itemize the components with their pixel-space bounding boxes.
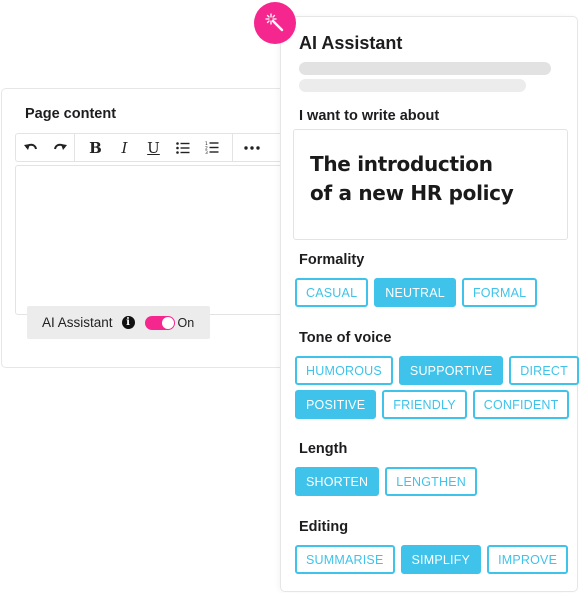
toggle-knob [161, 316, 174, 329]
length-options: SHORTEN LENGTHEN [295, 467, 477, 496]
italic-button[interactable]: I [110, 134, 139, 161]
bold-icon: B [89, 138, 102, 157]
tone-option-friendly[interactable]: FRIENDLY [382, 390, 467, 419]
tone-option-confident[interactable]: CONFIDENT [472, 390, 570, 419]
topic-line-2: of a new HR policy [310, 181, 514, 205]
panel-title: AI Assistant [299, 33, 403, 53]
bullet-list-icon [175, 141, 189, 154]
formality-option-neutral[interactable]: NEUTRAL [374, 278, 456, 307]
formality-option-formal[interactable]: FORMAL [461, 278, 538, 307]
editing-option-simplify[interactable]: SIMPLIFY [400, 545, 482, 574]
length-option-shorten[interactable]: SHORTEN [295, 467, 380, 496]
formality-option-casual[interactable]: CASUAL [295, 278, 369, 307]
editing-label: Editing [299, 519, 349, 535]
formality-options: CASUAL NEUTRAL FORMAL [295, 278, 538, 307]
svg-text:3: 3 [205, 150, 208, 154]
length-label: Length [299, 441, 348, 457]
tone-option-positive[interactable]: POSITIVE [295, 390, 377, 419]
ai-assistant-toggle[interactable] [144, 315, 175, 330]
numbered-list-button[interactable]: 123 [197, 134, 226, 161]
tone-options-row-2: POSITIVE FRIENDLY CONFIDENT [295, 390, 570, 419]
ai-assistant-toggle-bar: AI Assistant i On [27, 306, 210, 339]
editing-option-summarise[interactable]: SUMMARISE [295, 545, 395, 574]
history-group [16, 134, 75, 161]
length-option-lengthen[interactable]: LENGTHEN [385, 467, 477, 496]
bullet-list-button[interactable] [168, 134, 197, 161]
toggle-state-label: On [177, 315, 195, 330]
more-group [233, 134, 266, 161]
topic-line-1: The introduction [310, 152, 493, 176]
info-icon[interactable]: i [121, 316, 135, 329]
numbered-list-icon: 123 [205, 141, 218, 154]
format-group: B I U 123 [75, 134, 233, 161]
formality-label: Formality [299, 252, 365, 268]
redo-button[interactable] [45, 134, 74, 161]
ai-assistant-label: AI Assistant [42, 315, 113, 330]
more-icon [243, 145, 260, 150]
skeleton-line [299, 62, 551, 75]
skeleton-line [299, 79, 526, 92]
underline-button[interactable]: U [139, 134, 168, 161]
tone-option-direct[interactable]: DIRECT [509, 356, 579, 385]
underline-icon: U [147, 138, 160, 157]
undo-icon [23, 143, 37, 150]
magic-wand-button[interactable] [254, 2, 296, 44]
tone-label: Tone of voice [299, 330, 392, 346]
editing-option-improve[interactable]: IMPROVE [487, 545, 569, 574]
editor-toolbar: B I U 123 [15, 133, 315, 162]
tone-options-row-1: HUMOROUS SUPPORTIVE DIRECT [295, 356, 579, 385]
editor-text-area[interactable] [15, 165, 315, 315]
redo-icon [53, 143, 67, 150]
undo-button[interactable] [16, 134, 45, 161]
italic-icon: I [121, 138, 128, 157]
tone-option-humorous[interactable]: HUMOROUS [295, 356, 393, 385]
magic-wand-icon [265, 13, 284, 32]
topic-label: I want to write about [299, 108, 440, 124]
editing-options: SUMMARISE SIMPLIFY IMPROVE [295, 545, 569, 574]
topic-input[interactable]: The introduction of a new HR policy [293, 129, 568, 240]
ai-assistant-panel: AI Assistant I want to write about The i… [280, 16, 579, 592]
bold-button[interactable]: B [81, 134, 110, 161]
page-content-editor: Page content B I U 123 AI Assistant i On [1, 88, 315, 368]
more-button[interactable] [237, 134, 266, 161]
editor-title: Page content [25, 106, 117, 122]
tone-option-supportive[interactable]: SUPPORTIVE [398, 356, 504, 385]
